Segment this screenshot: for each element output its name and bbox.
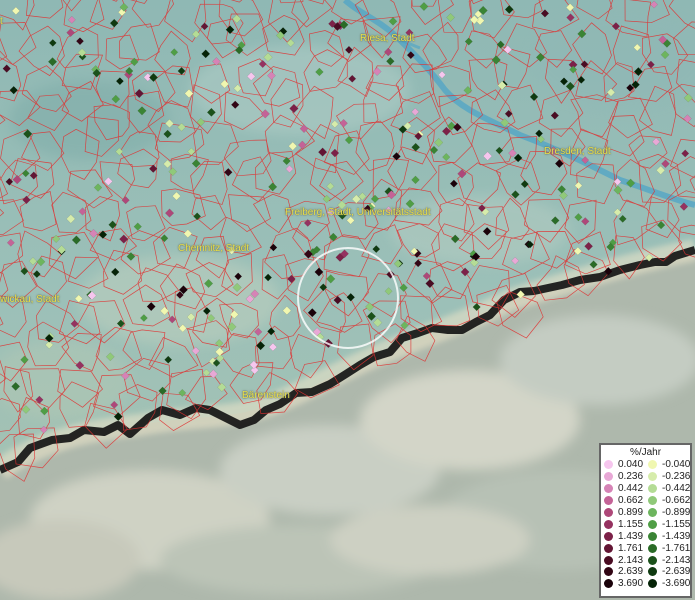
legend-swatch [648,508,657,517]
legend-entry-positive: 0.040 [601,459,645,470]
legend-entry-negative: -0.662 [645,495,690,506]
legend-entry-positive: 2.639 [601,566,645,577]
legend-entry-positive: 1.439 [601,531,645,542]
legend-value: -3.690 [662,578,691,590]
legend-entry-positive: 0.662 [601,495,645,506]
legend-entry-positive: 1.761 [601,543,645,554]
legend-entry-negative: -0.442 [645,483,690,494]
legend-title: %/Jahr [629,447,662,458]
legend-row: 0.236 -0.236 [601,471,690,483]
legend-value: -0.236 [662,471,691,483]
legend-entry-positive: 0.442 [601,483,645,494]
legend-value: -0.662 [662,495,691,507]
legend-value: 3.690 [618,578,644,590]
legend-value: -2.143 [662,554,691,566]
legend-swatch [604,484,613,494]
legend-swatch [648,531,657,541]
city-label-riesa: Riesa, Stadt [360,33,415,44]
legend-entry-positive: 3.690 [601,578,645,589]
legend-entry-negative: -0.899 [645,507,690,518]
legend-entry-negative: -2.639 [645,566,690,577]
legend-entry-negative: -1.155 [645,519,690,530]
legend-entry-negative: -1.439 [645,531,690,542]
legend-entry-negative: -3.690 [645,578,690,589]
legend-swatch [604,543,613,553]
legend-value: -0.040 [662,459,691,471]
legend-swatch [604,531,613,541]
city-label-zwickau: wickau, Stadt [0,294,60,305]
legend-row: 0.662 -0.662 [601,495,690,507]
legend-value: 0.899 [618,507,644,518]
legend-swatch [604,460,613,470]
legend-entry-negative: -0.236 [645,471,690,482]
legend-value: 1.155 [618,518,644,530]
legend-swatch [648,567,657,577]
legend-value: 0.662 [618,495,644,507]
legend-row: 1.155 -1.155 [601,518,690,530]
legend-value: -0.442 [662,483,691,495]
legend-swatch [648,460,657,470]
legend-value: -1.761 [662,542,691,554]
legend-value: -1.155 [662,518,691,530]
legend-swatch [648,543,657,553]
legend-swatch [604,555,613,565]
legend-entry-negative: -2.143 [645,555,690,566]
legend-swatch [604,472,613,482]
legend-swatch [648,496,657,506]
legend-swatch [604,519,613,529]
legend-row: 1.439 -1.439 [601,530,690,542]
map-view[interactable]: Riesa, Stadt Dresden, Stadt Freiberg, St… [0,0,695,600]
legend-entry-positive: 1.155 [601,519,645,530]
legend-swatch [648,555,657,565]
legend-row: 2.143 -2.143 [601,554,690,566]
legend-swatch [648,484,657,494]
legend-row: 1.761 -1.761 [601,542,690,554]
map-canvas[interactable] [0,0,695,600]
legend-value: 2.639 [618,566,644,578]
legend-swatch [604,496,613,506]
legend-swatch [648,579,657,589]
legend-row: 0.899 -0.899 [601,507,690,519]
city-label-chemnitz: Chemnitz, Stadt [178,243,250,254]
legend-rows: 0.040 -0.040 0.236 -0.236 0.442 -0.442 0.662 -0… [601,459,690,590]
legend-entry-positive: 0.899 [601,507,645,518]
legend-swatch [648,472,657,482]
legend-value: 1.439 [618,530,644,542]
legend-value: -2.639 [662,566,691,578]
legend-value: 1.761 [618,542,644,554]
legend-row: 0.040 -0.040 [601,459,690,471]
legend-swatch [604,579,613,589]
legend-value: 2.143 [618,554,644,566]
legend-swatch [604,508,613,517]
legend-row: 2.639 -2.639 [601,566,690,578]
city-label-baerenstein: Bärenstein [242,390,290,401]
legend-swatch [604,567,613,577]
legend-entry-negative: -1.761 [645,543,690,554]
legend-value: 0.442 [618,483,644,495]
legend-row: 0.442 -0.442 [601,483,690,495]
legend-value: 0.236 [618,471,644,483]
legend-value: -1.439 [662,530,691,542]
legend-row: 3.690 -3.690 [601,578,690,590]
city-label-partial: t [0,16,3,27]
legend-value: 0.040 [618,459,644,471]
city-label-freiberg: Freiberg, Stadt, Universitätsstadt [285,207,431,218]
legend-entry-positive: 0.236 [601,471,645,482]
legend-panel: %/Jahr 0.040 -0.040 0.236 -0.236 0.442 -0.442… [599,443,692,598]
legend-value: -0.899 [662,507,691,518]
city-label-dresden: Dresden, Stadt [544,146,611,157]
legend-swatch [648,519,657,529]
legend-entry-positive: 2.143 [601,555,645,566]
legend-entry-negative: -0.040 [645,459,690,470]
